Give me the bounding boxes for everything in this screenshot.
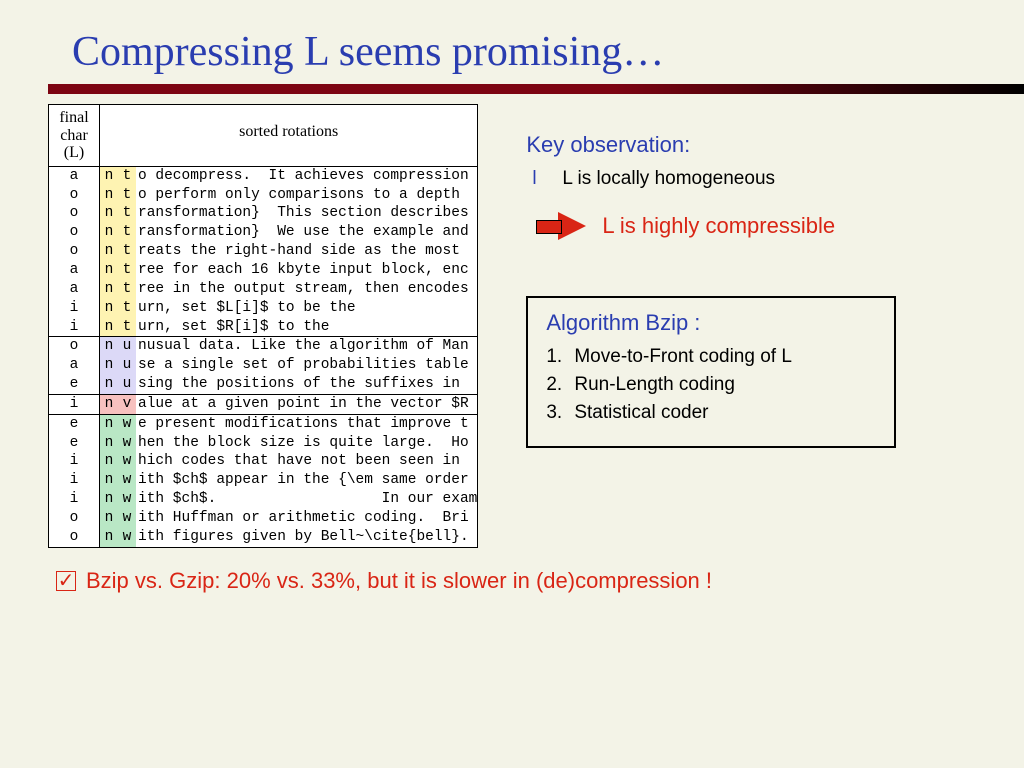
- table-row: inturn, set $L[i]$ to be the: [49, 299, 477, 318]
- table-row: onwith figures given by Bell~\cite{bell}…: [49, 528, 477, 547]
- table-row: ontreats the right-hand side as the most: [49, 242, 477, 261]
- highlight-text: L is highly compressible: [602, 213, 835, 239]
- key-observation-item: l L is locally homogeneous: [526, 168, 976, 190]
- table-row: enwe present modifications that improve …: [49, 414, 477, 434]
- slide-title: Compressing L seems promising…: [72, 28, 976, 76]
- key-observation-text: L is locally homogeneous: [562, 168, 775, 190]
- bullet-marker: l: [526, 168, 562, 190]
- footer-note: ✓ Bzip vs. Gzip: 20% vs. 33%, but it is …: [56, 568, 976, 594]
- footer-text: Bzip vs. Gzip: 20% vs. 33%, but it is sl…: [86, 568, 712, 594]
- table-header-left: final char (L): [49, 105, 100, 166]
- algorithm-step: 1.Move-to-Front coding of L: [546, 346, 876, 368]
- algorithm-title: Algorithm Bzip :: [546, 310, 876, 336]
- table-row: anto decompress. It achieves compression: [49, 167, 477, 186]
- table-row: inwith $ch$ appear in the {\em same orde…: [49, 471, 477, 490]
- table-row: antree in the output stream, then encode…: [49, 280, 477, 299]
- table-row: inwith $ch$. In our exam: [49, 490, 477, 509]
- table-row: onunusual data. Like the algorithm of Ma…: [49, 336, 477, 356]
- table-row: ontransformation} We use the example and: [49, 223, 477, 242]
- key-observation-title: Key observation:: [526, 132, 976, 158]
- table-row: invalue at a given point in the vector $…: [49, 394, 477, 414]
- table-row: enwhen the block size is quite large. Ho: [49, 434, 477, 453]
- algorithm-step: 2.Run-Length coding: [546, 374, 876, 396]
- table-row: inturn, set $R[i]$ to the: [49, 318, 477, 337]
- arrow-right-icon: [558, 212, 586, 240]
- table-row: inwhich codes that have not been seen in: [49, 452, 477, 471]
- table-row: enusing the positions of the suffixes in: [49, 375, 477, 394]
- checkbox-icon: ✓: [56, 571, 76, 591]
- rotations-table: final char (L) sorted rotations anto dec…: [48, 104, 478, 548]
- table-row: antree for each 16 kbyte input block, en…: [49, 261, 477, 280]
- algorithm-box: Algorithm Bzip : 1.Move-to-Front coding …: [526, 296, 896, 448]
- algorithm-step: 3.Statistical coder: [546, 402, 876, 424]
- table-row: ontransformation} This section describes: [49, 204, 477, 223]
- table-row: onto perform only comparisons to a depth: [49, 186, 477, 205]
- table-row: anuse a single set of probabilities tabl…: [49, 356, 477, 375]
- table-row: onwith Huffman or arithmetic coding. Bri: [49, 509, 477, 528]
- title-rule: [48, 84, 1024, 94]
- table-header-right: sorted rotations: [100, 105, 477, 166]
